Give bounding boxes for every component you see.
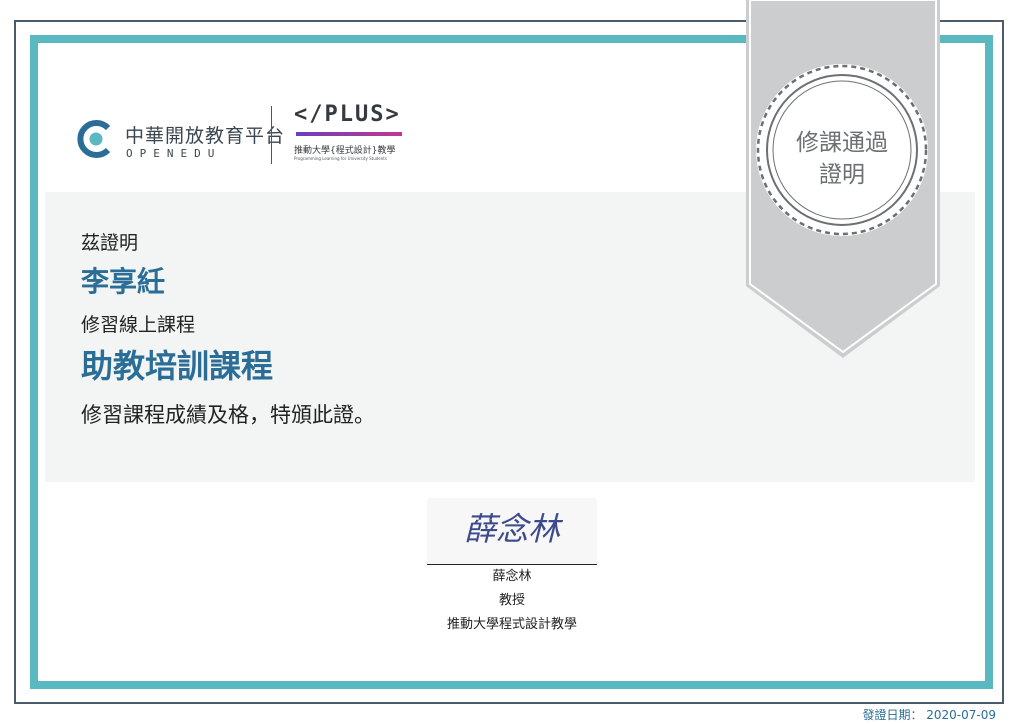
course-name: 助教培訓課程 [81, 347, 274, 385]
issue-date: 發證日期： 2020-07-09 [862, 708, 996, 722]
signature-text: 薛念林 [464, 510, 564, 548]
completion-badge-ribbon: 修課通過 證明 [746, 0, 940, 358]
plus-logo: </PLUS> [294, 102, 401, 127]
openedu-name: 中華開放教育平台 [125, 125, 286, 147]
openedu-subtitle: OPENEDU [126, 147, 222, 160]
plus-logo-underline [296, 132, 402, 136]
badge-line2: 證明 [819, 162, 865, 188]
badge-line1: 修課通過 [796, 130, 888, 156]
signer-name: 薛念林 [492, 569, 532, 584]
logo-divider [271, 106, 272, 164]
handwritten-signature: 薛念林 [427, 498, 597, 564]
openedu-logo-icon [77, 120, 111, 158]
signer-organization: 推動大學程式設計教學 [446, 617, 577, 632]
badge-seal-icon: 修課通過 證明 [756, 64, 928, 236]
recipient-name: 李享紝 [81, 265, 166, 298]
signature-block: 薛念林 薛念林 教授 推動大學程式設計教學 [427, 498, 597, 637]
certificate-text: 茲證明 李享紝 修習線上課程 助教培訓課程 修習課程成績及格，特頒此證。 [81, 228, 375, 431]
certificate-statement: 修習課程成績及格，特頒此證。 [81, 403, 375, 427]
logo-area: 中華開放教育平台 OPENEDU </PLUS> 推動大學{程式設計}教學 Pr… [76, 102, 436, 164]
course-label: 修習線上課程 [81, 314, 196, 336]
signer-title: 教授 [498, 593, 525, 608]
certify-label: 茲證明 [81, 232, 139, 254]
plus-tagline: Programming Learning for University Stud… [294, 156, 387, 161]
plus-subtitle: 推動大學{程式設計}教學 [294, 146, 396, 156]
